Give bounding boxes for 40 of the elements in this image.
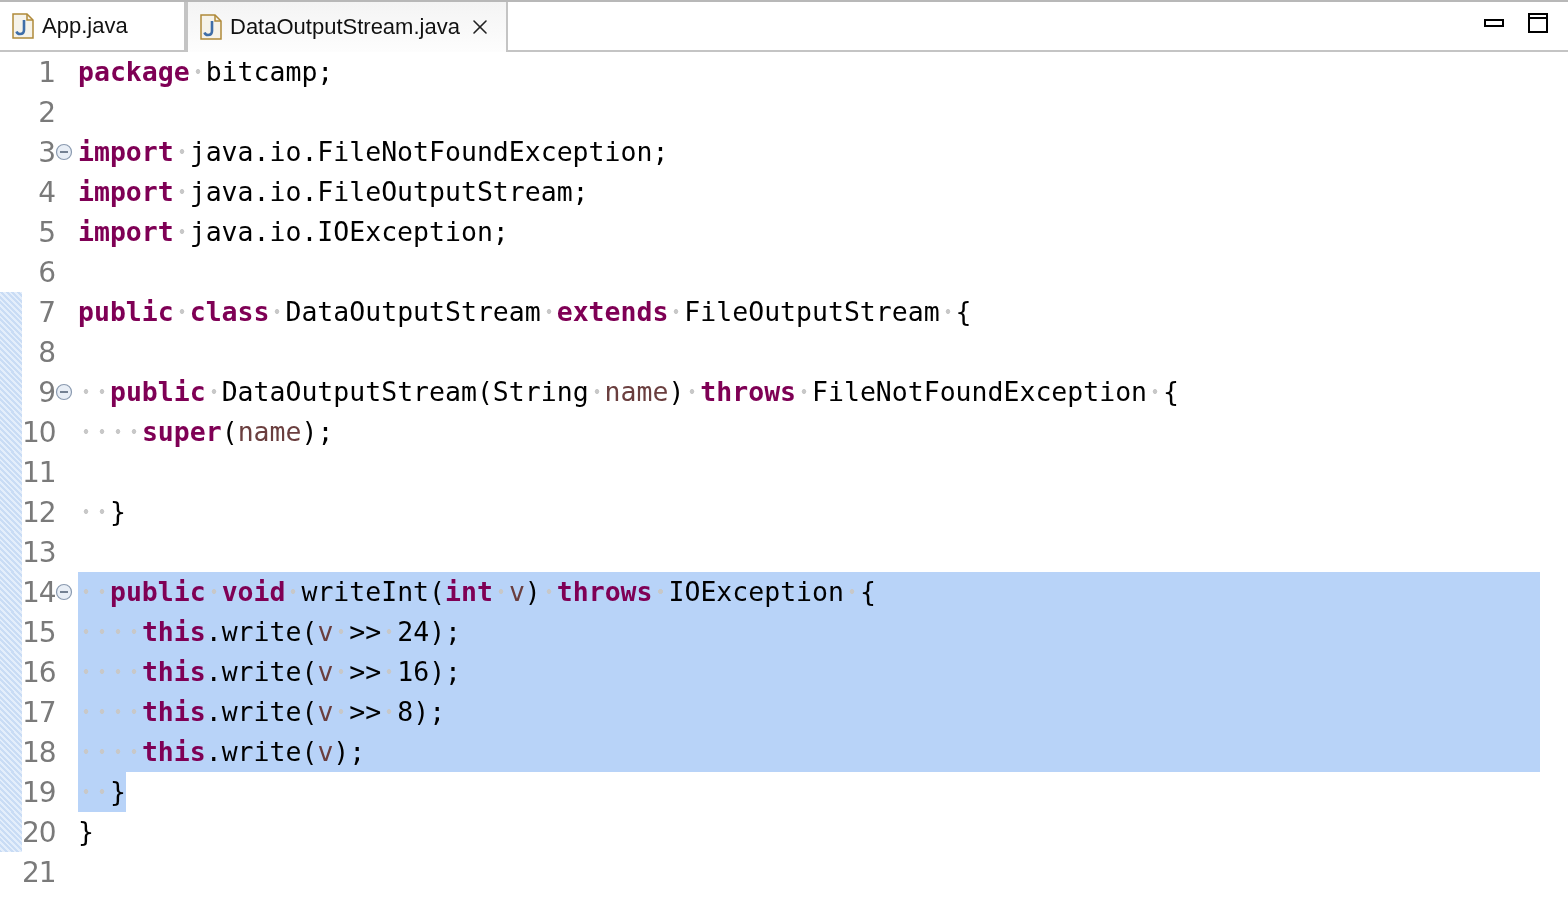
code-line: }	[78, 815, 94, 849]
line-number: 13	[22, 535, 55, 569]
line-number: 8	[37, 335, 55, 369]
line-number: 4	[37, 175, 55, 209]
editor-tab[interactable]: DataOutputStream.java	[186, 2, 508, 52]
line-number: 14	[22, 575, 55, 609]
line-number: 21	[22, 855, 55, 889]
java-file-icon	[200, 14, 222, 40]
line-number: 16	[22, 655, 55, 689]
line-number: 2	[37, 95, 55, 129]
line-number: 17	[22, 695, 55, 729]
line-number: 5	[37, 215, 55, 249]
code-line: import java.io.FileOutputStream;	[78, 175, 589, 209]
line-number: 3	[37, 135, 55, 169]
line-number: 18	[22, 735, 55, 769]
code-line: import java.io.IOException;	[78, 215, 509, 249]
line-number: 1	[37, 55, 55, 89]
code-line: super(name);	[78, 412, 334, 452]
collapse-icon[interactable]	[55, 143, 73, 161]
minimize-icon[interactable]	[1484, 19, 1504, 27]
code-line: import java.io.FileNotFoundException;	[78, 135, 669, 169]
line-number: 11	[22, 455, 55, 489]
line-number: 15	[22, 615, 55, 649]
code-line: public class DataOutputStream extends FileOutputStream {	[78, 295, 972, 329]
maximize-icon[interactable]	[1528, 13, 1548, 33]
code-line: }	[78, 492, 126, 532]
collapse-icon[interactable]	[55, 583, 73, 601]
line-number: 9	[37, 375, 55, 409]
java-file-icon	[12, 13, 34, 39]
line-number: 12	[22, 495, 55, 529]
code-line: public DataOutputStream(String name) throws FileNotFoundException {	[78, 372, 1179, 412]
line-number: 19	[22, 775, 55, 809]
tab-label: DataOutputStream.java	[230, 14, 460, 40]
line-number: 7	[37, 295, 55, 329]
collapse-icon[interactable]	[55, 383, 73, 401]
code-line: package bitcamp;	[78, 55, 334, 89]
line-number: 6	[37, 255, 55, 289]
line-number: 10	[22, 415, 55, 449]
line-number: 20	[22, 815, 55, 849]
tab-label: App.java	[42, 13, 128, 39]
